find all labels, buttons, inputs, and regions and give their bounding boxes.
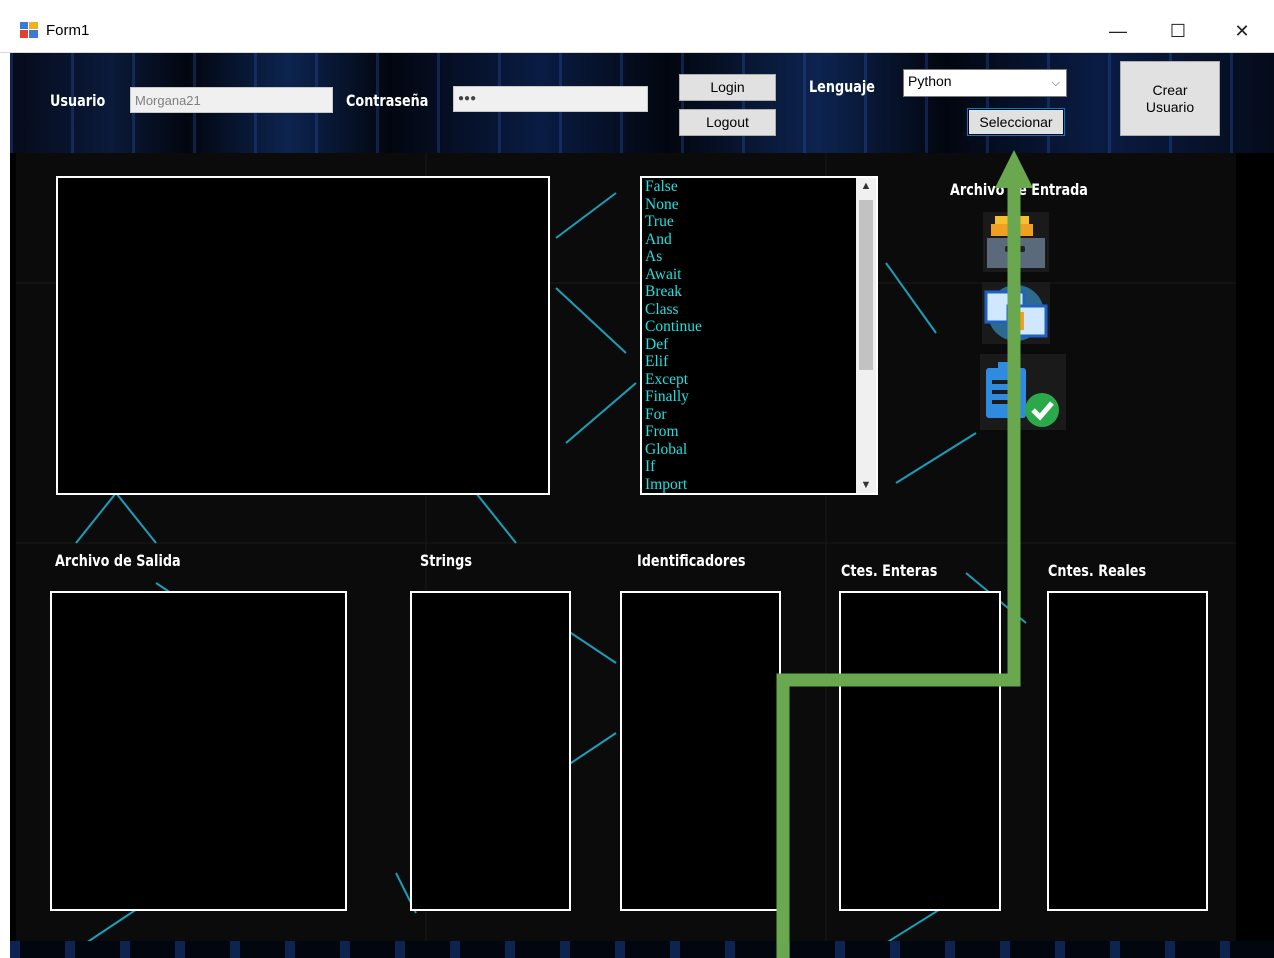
keyword-item[interactable]: As (645, 248, 876, 266)
lenguaje-selected: Python (908, 73, 952, 89)
strings-box[interactable] (410, 591, 571, 911)
close-button[interactable]: ✕ (1222, 14, 1262, 48)
title-bar: Form1 — ☐ ✕ (0, 0, 1274, 53)
maximize-button[interactable]: ☐ (1158, 14, 1198, 48)
keyword-item[interactable]: For (645, 406, 876, 424)
scroll-up-icon[interactable]: ▲ (856, 180, 876, 192)
keywords-listbox[interactable]: False None True And As Await Break Class Continu… (640, 176, 878, 495)
keyword-item[interactable]: True (645, 213, 876, 231)
archivo-salida-label: Archivo de Salida (55, 551, 181, 570)
usuario-input[interactable] (130, 87, 333, 113)
keyword-item[interactable]: Await (645, 266, 876, 284)
footer-background (10, 941, 1274, 958)
keyword-item[interactable]: Continue (645, 318, 876, 336)
lenguaje-label: Lenguaje (809, 77, 875, 96)
scroll-down-icon[interactable]: ▼ (856, 479, 876, 491)
keyword-item[interactable]: None (645, 196, 876, 214)
keyword-item[interactable]: False (645, 178, 876, 196)
keyword-item[interactable]: Class (645, 301, 876, 319)
ctes-enteras-box[interactable] (839, 591, 1001, 911)
windows-icon[interactable] (982, 282, 1050, 344)
clipboard-check-icon[interactable] (980, 354, 1066, 430)
cntes-reales-box[interactable] (1047, 591, 1208, 911)
strings-label: Strings (420, 551, 472, 570)
keyword-item[interactable]: Except (645, 371, 876, 389)
keyword-item[interactable]: Global (645, 441, 876, 459)
input-text-area[interactable] (56, 176, 550, 495)
contrasena-label: Contraseña (346, 91, 429, 110)
identificadores-label: Identificadores (637, 551, 746, 570)
maximize-icon: ☐ (1169, 20, 1187, 41)
keyword-item[interactable]: Import (645, 476, 876, 494)
archivo-entrada-label: Archivo de Entrada (950, 180, 1088, 199)
minimize-icon: — (1109, 20, 1127, 41)
contrasena-input[interactable]: ●●● (453, 86, 648, 112)
keyword-item[interactable]: Def (645, 336, 876, 354)
scroll-thumb[interactable] (859, 200, 873, 370)
keyword-item[interactable]: Break (645, 283, 876, 301)
keyword-item[interactable]: And (645, 231, 876, 249)
cntes-reales-label: Cntes. Reales (1048, 561, 1147, 580)
window-title: Form1 (46, 22, 90, 39)
close-icon: ✕ (1234, 20, 1250, 41)
lenguaje-dropdown[interactable]: Python ⌵ (903, 69, 1067, 97)
app-icon (20, 22, 38, 38)
logout-button[interactable]: Logout (679, 109, 776, 136)
usuario-label: Usuario (50, 91, 106, 110)
ctes-enteras-label: Ctes. Enteras (841, 561, 938, 580)
identificadores-box[interactable] (620, 591, 781, 911)
keyword-item[interactable]: Finally (645, 388, 876, 406)
login-button[interactable]: Login (679, 74, 776, 101)
keyword-item[interactable]: Elif (645, 353, 876, 371)
file-cabinet-icon[interactable] (983, 212, 1049, 272)
minimize-button[interactable]: — (1098, 14, 1138, 48)
keyword-item[interactable]: From (645, 423, 876, 441)
keywords-list: False None True And As Await Break Class Continu… (642, 178, 876, 493)
seleccionar-button[interactable]: Seleccionar (967, 108, 1065, 136)
archivo-salida-box[interactable] (50, 591, 347, 911)
keyword-item[interactable]: If (645, 458, 876, 476)
listbox-scrollbar[interactable]: ▲ ▼ (856, 178, 876, 493)
chevron-down-icon: ⌵ (1051, 77, 1060, 89)
crear-usuario-button[interactable]: Crear Usuario (1120, 61, 1220, 136)
